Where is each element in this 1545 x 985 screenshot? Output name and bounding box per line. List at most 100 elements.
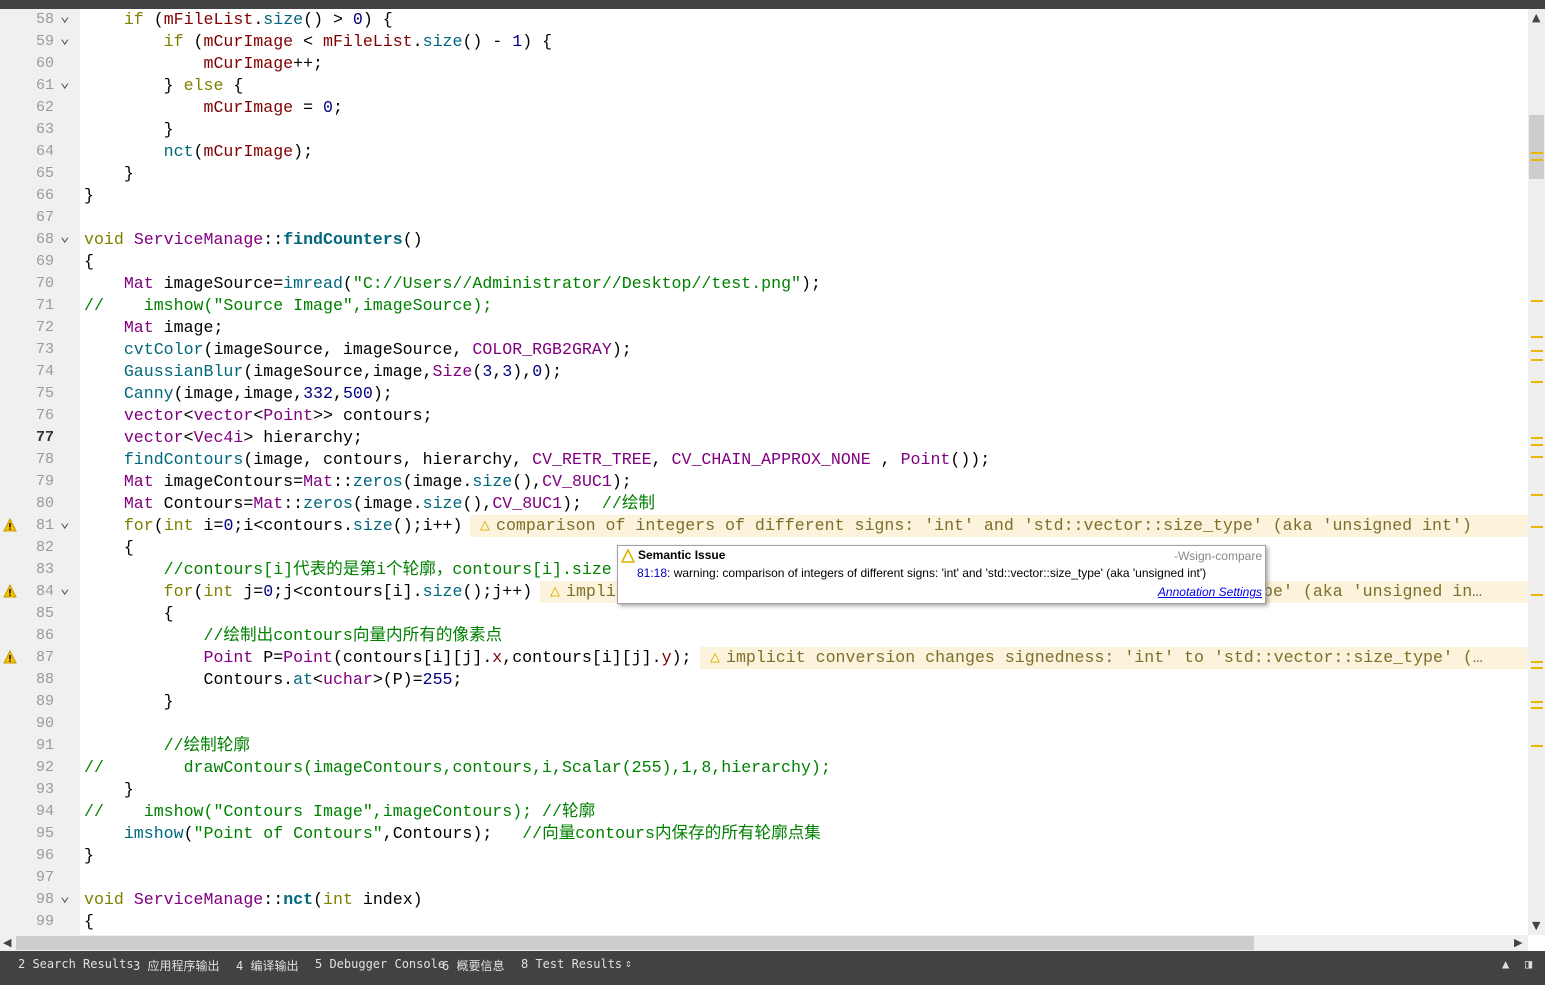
scroll-left-icon[interactable]: ◀ <box>3 936 11 949</box>
code-line[interactable]: 78 findContours(image, contours, hierarc… <box>0 449 1528 471</box>
code-line[interactable]: 95 imshow("Point of Contours",Contours);… <box>0 823 1528 845</box>
code-token: //向量contours内保存的所有轮廓点集 <box>522 824 821 843</box>
code-line[interactable]: 76 vector<vector<Point>> contours; <box>0 405 1528 427</box>
code-line[interactable]: 73 cvtColor(imageSource, imageSource, CO… <box>0 339 1528 361</box>
code-editor[interactable]: 58 ⌄ if (mFileList.size() > 0) {59 ⌄ if (m… <box>0 9 1528 935</box>
code-token: nct <box>283 890 314 909</box>
code-text: { <box>84 603 174 625</box>
scroll-right-icon[interactable]: ▶ <box>1514 936 1522 949</box>
scroll-up-icon[interactable]: ▲ <box>1532 11 1540 24</box>
code-line[interactable]: 61 ⌄ } else { <box>0 74 1528 97</box>
code-token: } <box>84 846 94 865</box>
code-token: int <box>323 890 353 909</box>
chevron-down-icon[interactable]: ⌄ <box>60 580 70 596</box>
code-line[interactable]: 71 // imshow("Source Image",imageSource); <box>0 295 1528 317</box>
code-line[interactable]: 58 ⌄ if (mFileList.size() > 0) { <box>0 9 1528 31</box>
scroll-down-icon[interactable]: ▼ <box>1532 919 1540 932</box>
code-line[interactable]: 89 } <box>0 691 1528 713</box>
code-line[interactable]: 85 { <box>0 603 1528 625</box>
code-token: ) { <box>522 32 553 51</box>
code-line[interactable]: 87 Point P=Point(contours[i][j].x,contou… <box>0 647 1528 669</box>
tab-application-output[interactable]: 3 应用程序输出 <box>133 957 219 974</box>
inline-warning-annotation[interactable]: △ comparison of integers of different sig… <box>470 515 1528 537</box>
code-line[interactable]: 97 <box>0 867 1528 889</box>
horizontal-scrollbar[interactable]: ◀ ▶ <box>0 935 1528 951</box>
warning-triangle-icon: △ <box>550 582 560 601</box>
sidebar-toggle-icon[interactable]: ◨ <box>1525 957 1532 971</box>
code-token: { <box>84 538 134 557</box>
code-line[interactable]: 74 GaussianBlur(imageSource,image,Size(3… <box>0 361 1528 383</box>
more-tabs-icon[interactable]: ⇕ <box>625 957 632 970</box>
tab-compile-output[interactable]: 4 编译输出 <box>236 957 298 974</box>
inline-warning-annotation[interactable]: △ implicit conversion changes signedness:… <box>700 647 1528 669</box>
chevron-down-icon[interactable]: ⌄ <box>60 228 70 244</box>
line-number: 99 <box>35 913 54 930</box>
code-line[interactable]: 80 Mat Contours=Mat::zeros(image.size(),… <box>0 493 1528 515</box>
code-token: Size <box>432 362 473 381</box>
code-line[interactable]: 86 //绘制出contours向量内所有的像素点 <box>0 625 1528 647</box>
horizontal-scroll-thumb[interactable] <box>16 936 1254 950</box>
code-line[interactable]: 93 } <box>0 779 1528 801</box>
code-token: } <box>84 692 174 711</box>
tab-general-messages[interactable]: 6 概要信息 <box>442 957 504 974</box>
code-token: ( <box>153 516 164 535</box>
code-text: for(int j=0;j<contours[i].size();j++) <box>84 581 533 603</box>
code-line[interactable]: 60 mCurImage++; <box>0 53 1528 75</box>
code-token: Mat <box>253 494 284 513</box>
chevron-down-icon[interactable]: ⌄ <box>60 30 70 46</box>
code-line[interactable]: 98 ⌄ void ServiceManage::nct(int index) <box>0 888 1528 911</box>
code-token: 332 <box>303 384 333 403</box>
code-line[interactable]: 65 } <box>0 163 1528 185</box>
warning-triangle-icon[interactable] <box>3 584 17 598</box>
code-line[interactable]: 64 nct(mCurImage); <box>0 141 1528 163</box>
code-line[interactable]: 91 //绘制轮廓 <box>0 735 1528 757</box>
code-line[interactable]: 63 } <box>0 119 1528 141</box>
code-line[interactable]: 94 // imshow("Contours Image",imageContou… <box>0 801 1528 823</box>
code-token: "C://Users//Administrator//Desktop//test… <box>352 274 801 293</box>
code-line[interactable]: 75 Canny(image,image,332,500); <box>0 383 1528 405</box>
code-token: Point <box>203 648 254 667</box>
code-token: imageSource= <box>153 274 284 293</box>
line-number: 76 <box>35 407 54 424</box>
chevron-down-icon[interactable]: ⌄ <box>60 514 70 530</box>
code-token: { <box>223 76 244 95</box>
line-number: 79 <box>35 473 54 490</box>
code-line[interactable]: 92 // drawContours(imageContours,contours… <box>0 757 1528 779</box>
code-line[interactable]: 90 <box>0 713 1528 735</box>
code-line[interactable]: 81 ⌄ for(int i=0;i<contours.size();i++) △ c… <box>0 514 1528 537</box>
code-line[interactable]: 62 mCurImage = 0; <box>0 97 1528 119</box>
toggle-output-icon[interactable]: ▲ <box>1502 957 1509 971</box>
tab-search-results[interactable]: 2 Search Results <box>18 957 134 971</box>
code-line[interactable]: 99 { <box>0 911 1528 933</box>
vertical-scrollbar[interactable]: ▲ ▼ <box>1528 9 1545 935</box>
code-line[interactable]: 68 ⌄ void ServiceManage::findCounters() <box>0 228 1528 251</box>
code-line[interactable]: 72 Mat image; <box>0 317 1528 339</box>
warning-triangle-icon[interactable] <box>3 518 17 532</box>
chevron-down-icon[interactable]: ⌄ <box>60 74 70 90</box>
code-line[interactable]: 79 Mat imageContours=Mat::zeros(image.si… <box>0 471 1528 493</box>
tab-test-results[interactable]: 8 Test Results <box>521 957 622 971</box>
vertical-scroll-thumb[interactable] <box>1529 115 1544 179</box>
code-line[interactable]: 96} <box>0 845 1528 867</box>
code-line[interactable]: 69 { <box>0 251 1528 273</box>
code-token: ; <box>332 98 343 117</box>
warning-triangle-icon[interactable] <box>3 650 17 664</box>
line-number: 70 <box>35 275 54 292</box>
tab-debugger-console[interactable]: 5 Debugger Console <box>315 957 445 971</box>
chevron-down-icon[interactable]: ⌄ <box>60 888 70 904</box>
code-text: //绘制出contours向量内所有的像素点 <box>84 625 503 647</box>
code-line[interactable]: 88 Contours.at<uchar>(P)=255; <box>0 669 1528 691</box>
code-line[interactable]: 66} <box>0 185 1528 207</box>
annotation-settings-link[interactable]: Annotation Settings <box>1158 585 1262 599</box>
chevron-down-icon[interactable]: ⌄ <box>60 9 70 24</box>
output-pane-bar: 2 Search Results 3 应用程序输出 4 编译输出 5 Debug… <box>0 951 1545 985</box>
code-line[interactable]: 59 ⌄ if (mCurImage < mFileList.size() - 1… <box>0 30 1528 53</box>
tooltip-location-link[interactable]: 81:18 <box>637 566 667 580</box>
code-line[interactable]: 70 Mat imageSource=imread("C://Users//Ad… <box>0 273 1528 295</box>
code-line[interactable]: 67 <box>0 207 1528 229</box>
code-line[interactable]: 77 vector<Vec4i> hierarchy; <box>0 427 1528 449</box>
code-token: CV_8UC1 <box>542 472 612 491</box>
